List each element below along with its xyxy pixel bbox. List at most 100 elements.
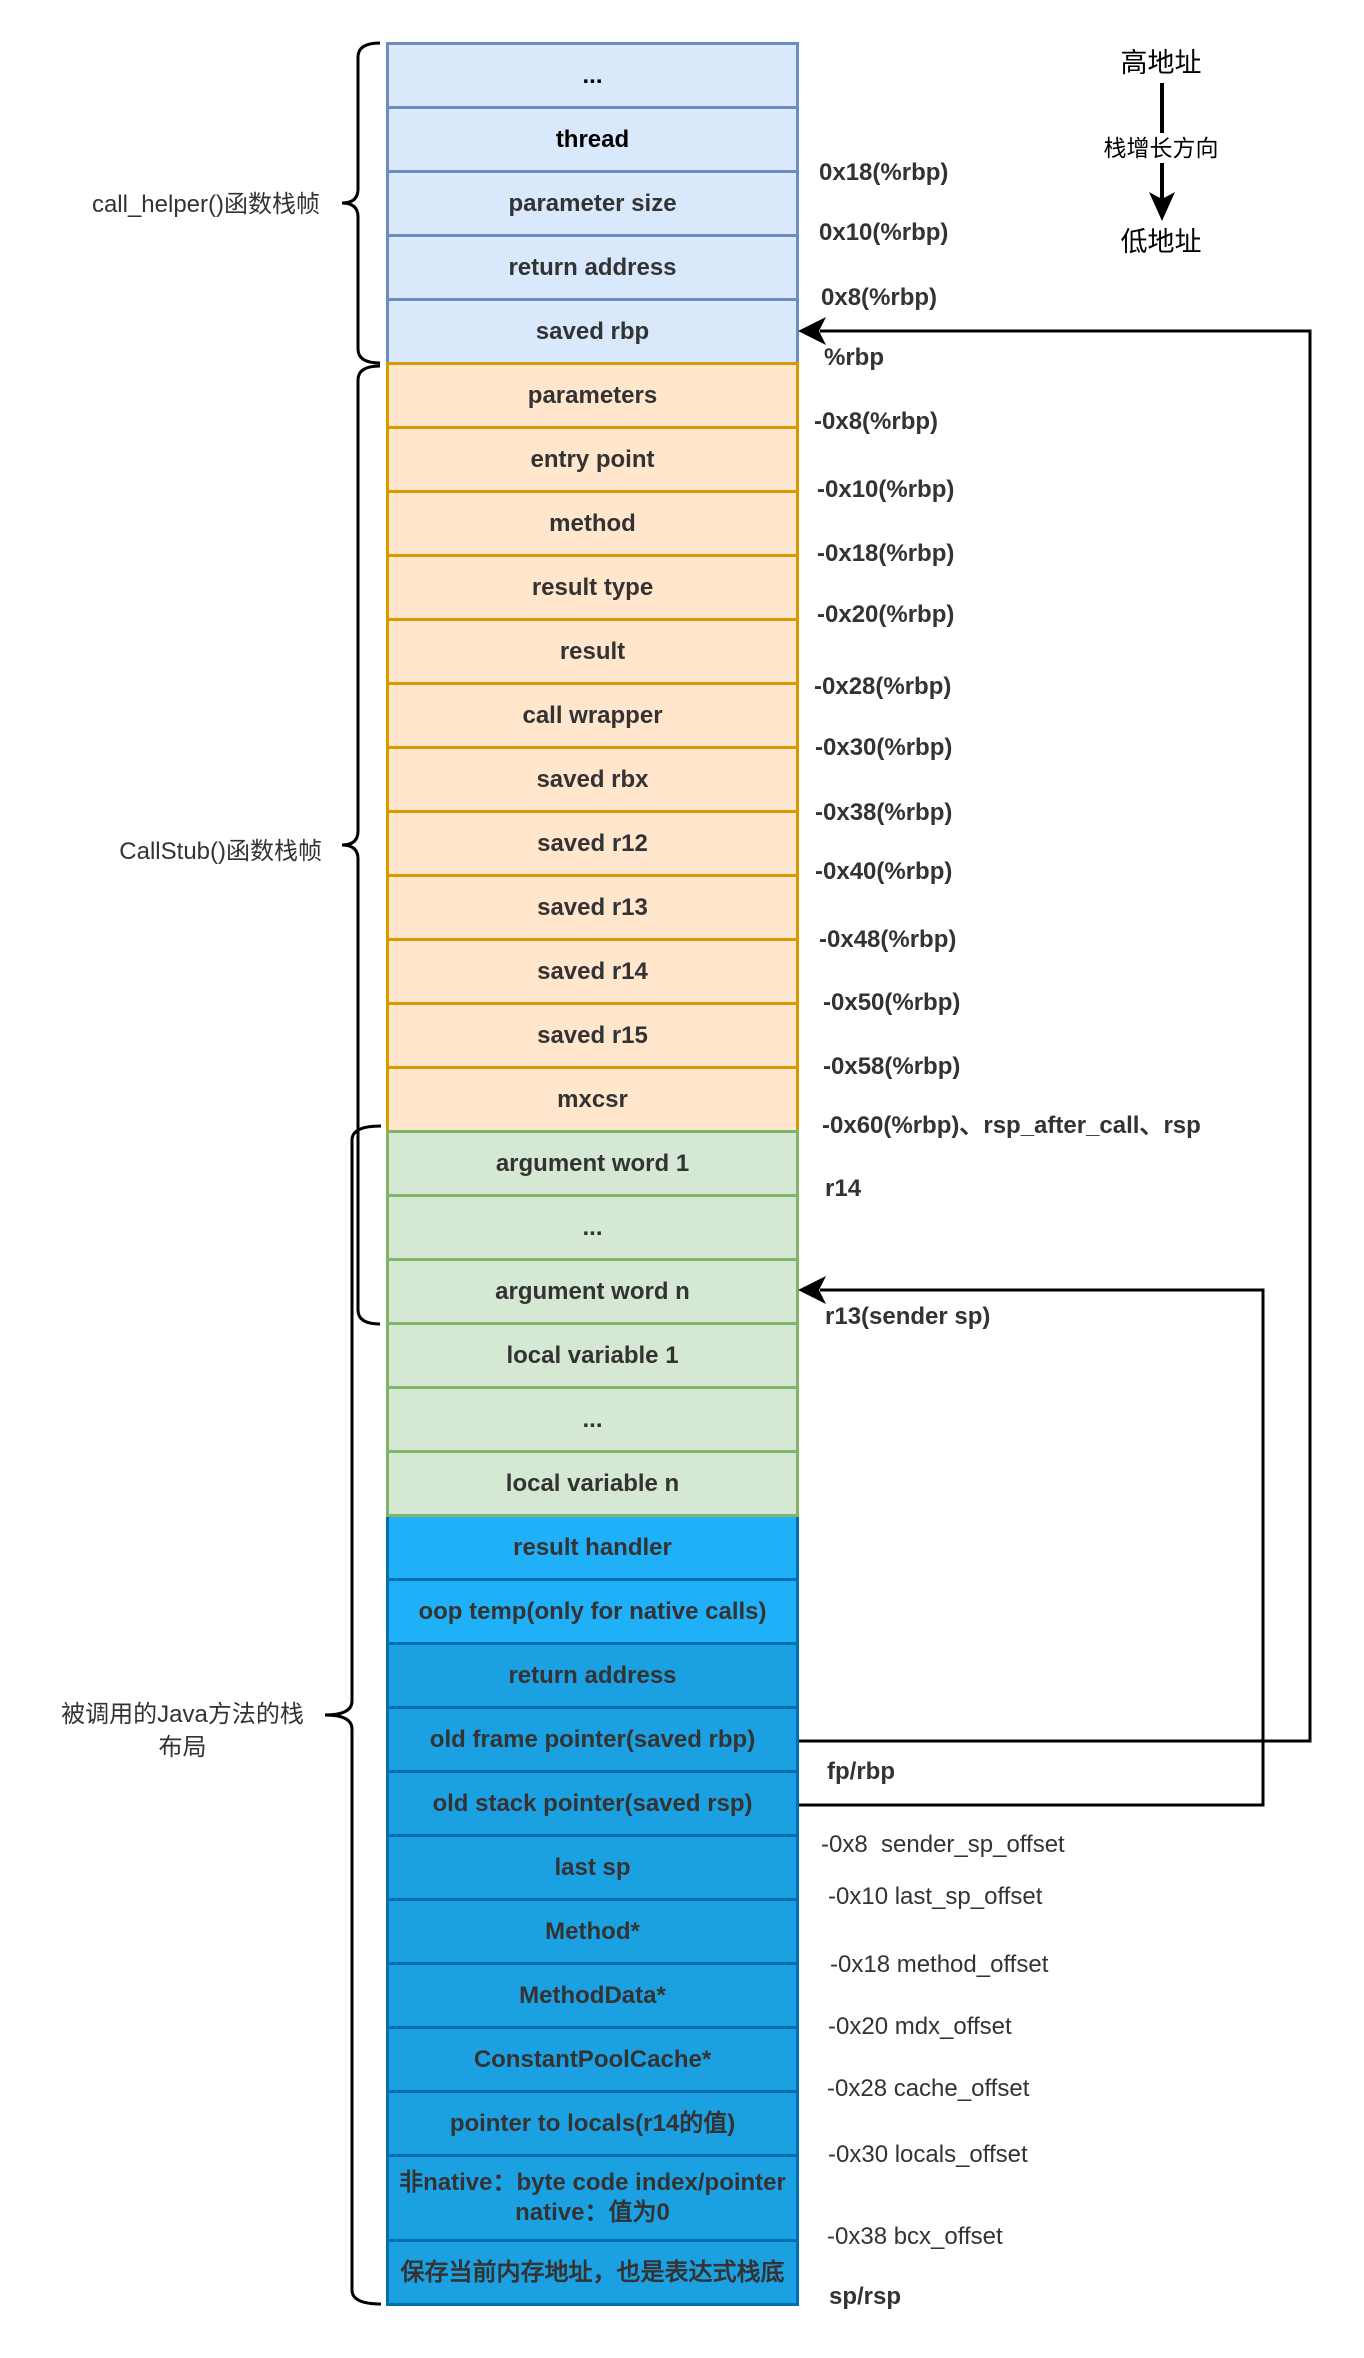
slot-label: local variable n xyxy=(505,1469,680,1497)
offset-label: -0x30(%rbp) xyxy=(815,734,953,761)
offset-label: -0x30 locals_offset xyxy=(828,2141,1028,2168)
stack-slot-return-address: return address xyxy=(386,234,799,301)
growth-direction-label: 栈增长方向 xyxy=(1081,133,1241,163)
stack-slot-entry-point: entry point xyxy=(386,426,799,493)
stack-slot-oop-temp: oop temp(only for native calls) xyxy=(386,1578,799,1645)
stack-slot-mxcsr: mxcsr xyxy=(386,1066,799,1133)
slot-label: parameters xyxy=(527,381,658,409)
offset-label: 0x8(%rbp) xyxy=(821,284,938,311)
slot-label: saved r15 xyxy=(537,1021,648,1049)
offset-label: -0x8 sender_sp_offset xyxy=(821,1831,1065,1858)
stack-slot-saved-r15: saved r15 xyxy=(386,1002,799,1069)
offset-label: -0x38(%rbp) xyxy=(815,799,953,826)
stack-slot-java-return-address: return address xyxy=(386,1642,799,1709)
stack-slot-result: result xyxy=(386,618,799,685)
stack-slot-saved-rbx: saved rbx xyxy=(386,746,799,813)
offset-label: 0x10(%rbp) xyxy=(819,219,949,246)
stack-slot-argument-word-1: argument word 1 xyxy=(386,1130,799,1197)
offset-label: -0x18(%rbp) xyxy=(817,540,955,567)
stack-slot-saved-r14: saved r14 xyxy=(386,938,799,1005)
java-method-frame-label-line: 被调用的Java方法的栈 xyxy=(61,1701,304,1728)
stack-slot-parameter-size: parameter size xyxy=(386,170,799,237)
stack-slot-local-ellipsis: ... xyxy=(386,1386,799,1453)
offset-label: -0x28(%rbp) xyxy=(814,673,952,700)
stack-slot-argument-word-n: argument word n xyxy=(386,1258,799,1325)
brace-call-stub xyxy=(341,364,381,1326)
slot-label: oop temp(only for native calls) xyxy=(418,1597,767,1625)
slot-label: 保存当前内存地址，也是表达式栈底 xyxy=(400,2258,785,2286)
offset-label: -0x10 last_sp_offset xyxy=(828,1883,1043,1910)
stack-slot-ellipsis: ... xyxy=(386,42,799,109)
slot-label: argument word n xyxy=(495,1277,690,1305)
stack-slot-local-variable-1: local variable 1 xyxy=(386,1322,799,1389)
call-stub-frame-label: CallStub()函数栈帧 xyxy=(119,838,322,865)
offset-label: 0x18(%rbp) xyxy=(819,159,949,186)
register-label: %rbp xyxy=(824,344,884,371)
java-method-frame-label-line: 布局 xyxy=(158,1734,207,1761)
stack-slot-old-frame-pointer: old frame pointer(saved rbp) xyxy=(386,1706,799,1773)
stack-slot-call-wrapper: call wrapper xyxy=(386,682,799,749)
slot-label: entry point xyxy=(530,445,655,473)
stack-slot-last-sp: last sp xyxy=(386,1834,799,1901)
slot-label: last sp xyxy=(554,1853,631,1881)
slot-label: ConstantPoolCache* xyxy=(473,2045,712,2073)
offset-label: -0x18 method_offset xyxy=(830,1951,1049,1978)
stack-slot-bytecode-index: 非native：byte code index/pointer native：值… xyxy=(386,2154,799,2242)
register-label: fp/rbp xyxy=(827,1758,895,1785)
stack-slot-thread: thread xyxy=(386,106,799,173)
offset-label: -0x38 bcx_offset xyxy=(827,2223,1003,2250)
register-label: sp/rsp xyxy=(829,2283,902,2310)
stack-slot-method: method xyxy=(386,490,799,557)
high-address-label: 高地址 xyxy=(1120,48,1202,78)
low-address-label: 低地址 xyxy=(1120,227,1202,257)
slot-label: return address xyxy=(508,253,677,281)
offset-label: -0x50(%rbp) xyxy=(823,989,961,1016)
slot-label: saved rbp xyxy=(535,317,650,345)
slot-label: MethodData* xyxy=(519,1981,666,2009)
stack-slot-result-handler: result handler xyxy=(386,1514,799,1581)
brace-call-helper xyxy=(341,41,381,365)
arrowhead-saved-rbp xyxy=(798,317,826,345)
arrowhead-argument-word-n xyxy=(798,1276,826,1304)
offset-label: -0x40(%rbp) xyxy=(815,858,953,885)
slot-label: saved r13 xyxy=(537,893,648,921)
register-label: r14 xyxy=(825,1175,862,1202)
offset-label: -0x20(%rbp) xyxy=(817,601,955,628)
offset-label: -0x28 cache_offset xyxy=(827,2075,1030,2102)
stack-slot-expression-stack-bottom: 保存当前内存地址，也是表达式栈底 xyxy=(386,2239,799,2306)
offset-label: -0x58(%rbp) xyxy=(823,1053,961,1080)
slot-label: ... xyxy=(582,1405,603,1433)
stack-slot-parameters: parameters xyxy=(386,362,799,429)
slot-label: Method* xyxy=(545,1917,640,1945)
slot-label: local variable 1 xyxy=(506,1341,679,1369)
slot-label: parameter size xyxy=(508,189,677,217)
slot-label: old frame pointer(saved rbp) xyxy=(429,1725,756,1753)
stack-slot-local-variable-n: local variable n xyxy=(386,1450,799,1517)
stack-slot-result-type: result type xyxy=(386,554,799,621)
java-method-frame-label: 被调用的Java方法的栈 布局 xyxy=(40,1698,325,1764)
stack-slot-saved-r12: saved r12 xyxy=(386,810,799,877)
call-helper-frame-label: call_helper()函数栈帧 xyxy=(91,191,320,218)
slot-label: saved r12 xyxy=(537,829,648,857)
stack-slot-argument-ellipsis: ... xyxy=(386,1194,799,1261)
slot-label-line: 非native：byte code index/pointer xyxy=(399,2169,786,2196)
slot-label-line: native：值为0 xyxy=(515,2199,670,2226)
slot-label: saved rbx xyxy=(536,765,649,793)
slot-label: ... xyxy=(582,1213,603,1241)
stack-slot-method-ptr: Method* xyxy=(386,1898,799,1965)
stack-slot-saved-r13: saved r13 xyxy=(386,874,799,941)
slot-label: return address xyxy=(508,1661,677,1689)
slot-label: argument word 1 xyxy=(495,1149,690,1177)
offset-label: -0x60(%rbp)、rsp_after_call、rsp xyxy=(822,1112,1201,1139)
register-label: r13(sender sp) xyxy=(825,1303,991,1330)
slot-label: call wrapper xyxy=(522,701,663,729)
offset-label: -0x48(%rbp) xyxy=(819,926,957,953)
growth-direction-text: 栈增长方向 xyxy=(1101,133,1221,163)
stack-slot-constant-pool-cache: ConstantPoolCache* xyxy=(386,2026,799,2093)
slot-label: method xyxy=(549,509,636,537)
slot-label: mxcsr xyxy=(557,1085,628,1113)
offset-label: -0x10(%rbp) xyxy=(817,476,955,503)
stack-slot-old-stack-pointer: old stack pointer(saved rsp) xyxy=(386,1770,799,1837)
slot-label: old stack pointer(saved rsp) xyxy=(432,1789,753,1817)
stack-slot-method-data: MethodData* xyxy=(386,1962,799,2029)
